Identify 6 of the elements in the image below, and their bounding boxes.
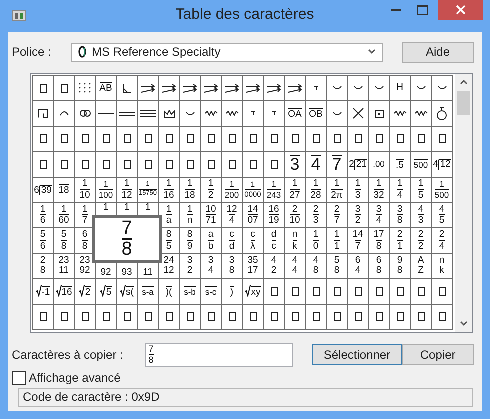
magnified-character-tooltip: 7 8 <box>92 215 162 263</box>
advanced-view-label: Affichage avancé <box>29 371 121 385</box>
status-bar: Code de caractère : 0x9D <box>18 388 473 407</box>
font-label: Police : <box>12 45 52 59</box>
window-title: Table des caractères <box>176 6 314 23</box>
copy-label: Caractères à copier : <box>12 348 124 362</box>
